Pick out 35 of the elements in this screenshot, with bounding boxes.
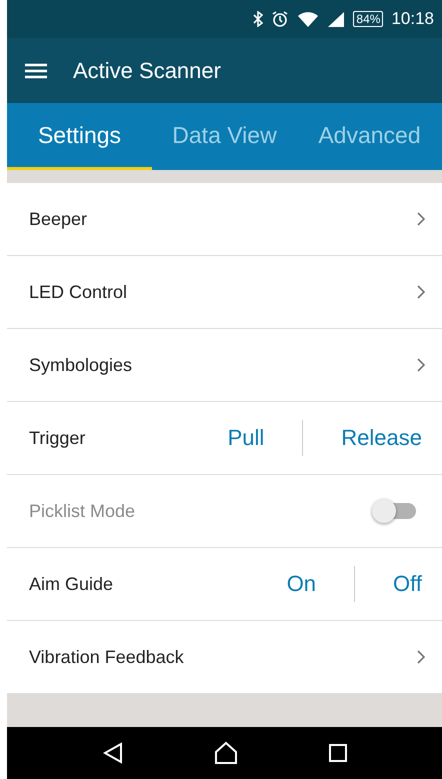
signal-icon xyxy=(327,11,346,27)
chevron-icon xyxy=(416,211,426,227)
home-icon[interactable] xyxy=(214,741,238,765)
setting-row[interactable]: LED Control xyxy=(7,256,442,329)
option-button[interactable]: Off xyxy=(389,571,426,597)
overview-icon[interactable] xyxy=(328,744,346,762)
tab[interactable]: Data View xyxy=(152,103,297,170)
setting-label: Trigger xyxy=(29,428,86,448)
setting-label: Vibration Feedback xyxy=(29,646,185,668)
bluetooth-icon xyxy=(253,11,264,27)
app-title: Active Scanner xyxy=(73,58,221,84)
clock-time: 10:18 xyxy=(391,9,434,29)
setting-row[interactable]: Vibration Feedback xyxy=(7,621,442,694)
option-button[interactable]: Pull xyxy=(224,425,268,451)
tab[interactable]: Settings xyxy=(7,103,152,170)
setting-label: Beeper xyxy=(29,208,88,230)
option-button[interactable]: On xyxy=(282,571,320,597)
wifi-icon xyxy=(297,10,320,28)
chevron-icon xyxy=(416,357,426,373)
setting-label: Aim Guide xyxy=(29,574,114,594)
setting-row[interactable]: Trigger Pull Release xyxy=(7,402,442,475)
alarm-clock-icon xyxy=(271,10,290,28)
back-icon[interactable] xyxy=(102,742,122,764)
setting-row[interactable]: Aim Guide On Off xyxy=(7,548,442,621)
menu-icon[interactable] xyxy=(25,62,47,78)
battery-indicator: 84% xyxy=(353,11,384,27)
chevron-icon xyxy=(416,649,426,665)
setting-label: Picklist Mode xyxy=(29,500,136,522)
chevron-icon xyxy=(416,284,426,300)
setting-label: LED Control xyxy=(29,282,128,302)
setting-row[interactable]: Beeper xyxy=(7,183,442,256)
setting-row[interactable]: Symbologies xyxy=(7,329,442,402)
tab[interactable]: Advanced xyxy=(297,103,442,170)
option-button[interactable]: Release xyxy=(337,425,426,451)
setting-label: Symbologies xyxy=(29,354,134,376)
